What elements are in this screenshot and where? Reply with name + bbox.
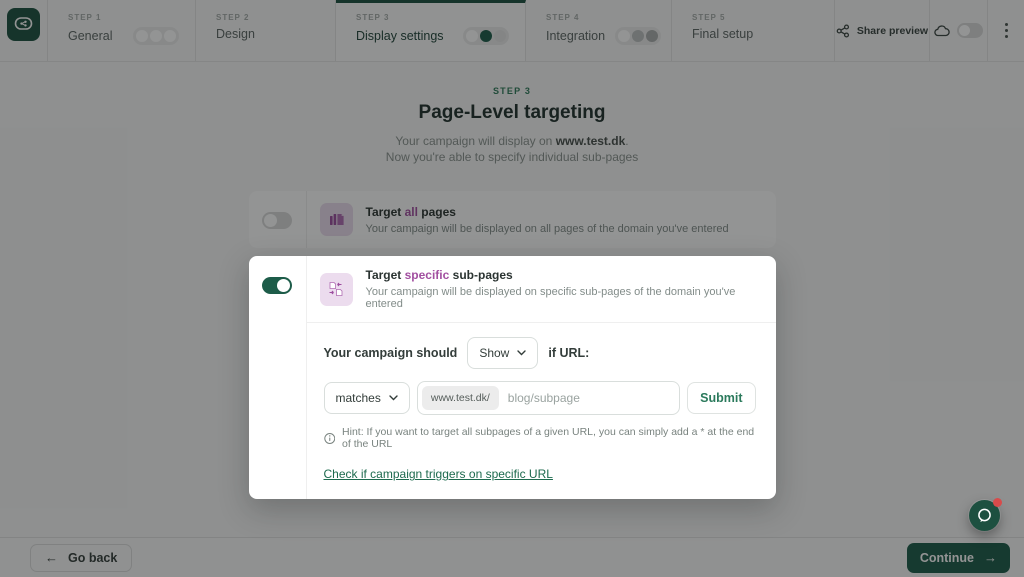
url-input-wrapper: www.test.dk/ <box>417 381 680 415</box>
target-specific-subpages-toggle[interactable] <box>262 277 292 294</box>
option-row: Target specific sub-pages Your campaign … <box>307 256 776 323</box>
specific-subpages-icon <box>320 273 353 306</box>
toggle-column <box>249 256 307 499</box>
chat-launcher-button[interactable] <box>969 500 1000 531</box>
option-description: Your campaign will be displayed on speci… <box>366 286 760 310</box>
show-select-value: Show <box>479 346 509 360</box>
chevron-down-icon <box>517 350 526 356</box>
info-icon <box>324 432 336 445</box>
chevron-down-icon <box>389 395 398 401</box>
url-input-row: matches www.test.dk/ Submit <box>324 381 756 415</box>
submit-button[interactable]: Submit <box>687 382 755 414</box>
hint-text: Hint: If you want to target all subpages… <box>342 426 755 450</box>
domain-prefix-chip: www.test.dk/ <box>422 386 499 410</box>
chat-bubble-icon <box>976 507 993 524</box>
url-targeting-form: Your campaign should Show if URL: matche… <box>307 323 776 499</box>
condition-row: Your campaign should Show if URL: <box>324 337 756 369</box>
match-select-value: matches <box>336 391 381 405</box>
notification-dot <box>993 498 1002 507</box>
if-url-label: if URL: <box>548 346 589 360</box>
show-hide-select[interactable]: Show <box>467 337 538 369</box>
subpage-url-input[interactable] <box>499 391 675 405</box>
option-title: Target specific sub-pages <box>366 268 760 282</box>
match-type-select[interactable]: matches <box>324 382 410 414</box>
hint-row: Hint: If you want to target all subpages… <box>324 426 756 450</box>
card-target-specific-subpages: Target specific sub-pages Your campaign … <box>249 256 776 499</box>
check-campaign-trigger-link[interactable]: Check if campaign triggers on specific U… <box>324 467 553 481</box>
condition-lead-text: Your campaign should <box>324 346 458 360</box>
campaign-wizard-app: STEP 1 General STEP 2 Design STEP 3 Disp… <box>0 0 1024 577</box>
